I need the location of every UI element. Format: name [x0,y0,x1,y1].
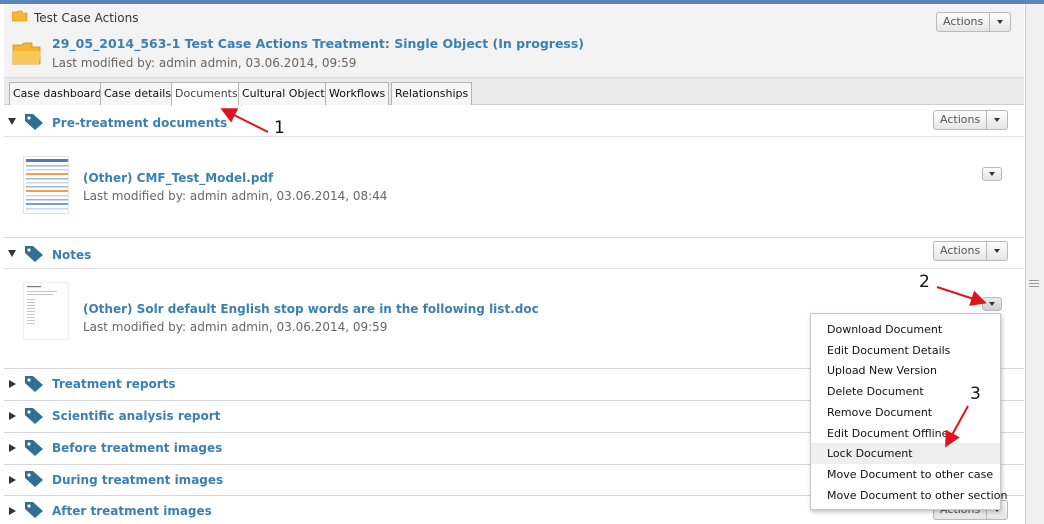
document-menu-button[interactable] [982,167,1002,181]
doc-thumbnail[interactable] [23,282,69,340]
app-window: Test Case Actions 29_05_2014_563-1 Test … [0,0,1044,524]
section-header[interactable]: Pre-treatment documents Actions [4,105,1024,136]
collapse-toggle-icon[interactable] [8,250,16,257]
tag-icon [24,470,44,491]
case-title[interactable]: 29_05_2014_563-1 Test Case Actions Treat… [52,36,584,51]
tag-icon [24,501,44,522]
document-modified: Last modified by: admin admin, 03.06.201… [83,189,388,203]
chevron-down-icon[interactable] [987,111,1007,129]
document-context-menu: Download Document Edit Document Details … [810,313,1007,510]
annotation-number: 1 [274,118,285,138]
annotation-number: 2 [919,272,930,292]
section-title[interactable]: Scientific analysis report [52,409,220,423]
tag-icon [24,113,44,134]
tab-case-details[interactable]: Case details [100,82,176,105]
document-menu-button[interactable] [982,297,1002,311]
actions-label: Actions [934,242,988,260]
menu-edit-document-details[interactable]: Edit Document Details [811,340,1000,361]
collapse-toggle-icon[interactable] [8,118,16,125]
tab-workflows[interactable]: Workflows [325,82,390,105]
section-header[interactable]: Notes Actions [4,238,1024,269]
breadcrumb-label: Test Case Actions [34,10,139,25]
splitter-grip-icon[interactable] [1029,280,1039,290]
expand-toggle-icon[interactable] [9,476,16,484]
section-title[interactable]: During treatment images [52,473,223,487]
section-title[interactable]: Treatment reports [52,377,176,391]
side-splitter[interactable] [1025,4,1044,524]
tab-documents[interactable]: Documents [171,82,242,106]
tab-bar: Case dashboard Case details Documents Cu… [4,78,1024,106]
actions-label: Actions [937,13,991,31]
chevron-down-icon [989,172,995,176]
expand-toggle-icon[interactable] [9,444,16,452]
document-modified: Last modified by: admin admin, 03.06.201… [83,320,388,334]
case-modified: Last modified by: admin admin, 03.06.201… [52,56,357,70]
tag-icon [24,375,44,396]
pdf-thumbnail[interactable] [23,156,69,214]
tab-case-dashboard[interactable]: Case dashboard [9,82,106,105]
section-actions-button[interactable]: Actions [933,110,1009,130]
menu-move-to-other-case[interactable]: Move Document to other case [811,464,1000,485]
menu-lock-document[interactable]: Lock Document [811,443,1000,464]
breadcrumb[interactable]: Test Case Actions [11,10,139,25]
section-actions-button[interactable]: Actions [933,241,1009,261]
actions-label: Actions [934,111,988,129]
menu-edit-document-offline[interactable]: Edit Document Offline [811,423,1000,444]
section-title[interactable]: Notes [52,248,91,262]
chevron-down-icon [989,302,995,306]
expand-toggle-icon[interactable] [9,412,16,420]
case-actions-button[interactable]: Actions [936,12,1012,32]
expand-toggle-icon[interactable] [9,507,16,515]
section-title[interactable]: Before treatment images [52,441,222,455]
tag-icon [24,439,44,460]
chevron-down-icon[interactable] [990,13,1010,31]
tag-icon [24,407,44,428]
section-pre-treatment: Pre-treatment documents Actions (Other) … [4,105,1024,238]
tab-relationships[interactable]: Relationships [391,82,473,105]
annotation-number: 3 [970,384,981,404]
chevron-down-icon[interactable] [987,242,1007,260]
menu-remove-document[interactable]: Remove Document [811,402,1000,423]
section-title[interactable]: After treatment images [52,504,212,518]
menu-move-to-other-section[interactable]: Move Document to other section [811,485,1007,506]
tag-icon [24,245,44,266]
menu-download-document[interactable]: Download Document [811,319,1000,340]
menu-upload-new-version[interactable]: Upload New Version [811,360,1000,381]
folder-icon [11,10,28,25]
document-title[interactable]: (Other) Solr default English stop words … [83,302,539,316]
tab-cultural-objects[interactable]: Cultural Objects [238,82,335,105]
case-header: Test Case Actions 29_05_2014_563-1 Test … [4,4,1024,78]
case-folder-icon [12,42,42,69]
expand-toggle-icon[interactable] [9,380,16,388]
document-title[interactable]: (Other) CMF_Test_Model.pdf [83,171,273,185]
section-title[interactable]: Pre-treatment documents [52,116,227,130]
